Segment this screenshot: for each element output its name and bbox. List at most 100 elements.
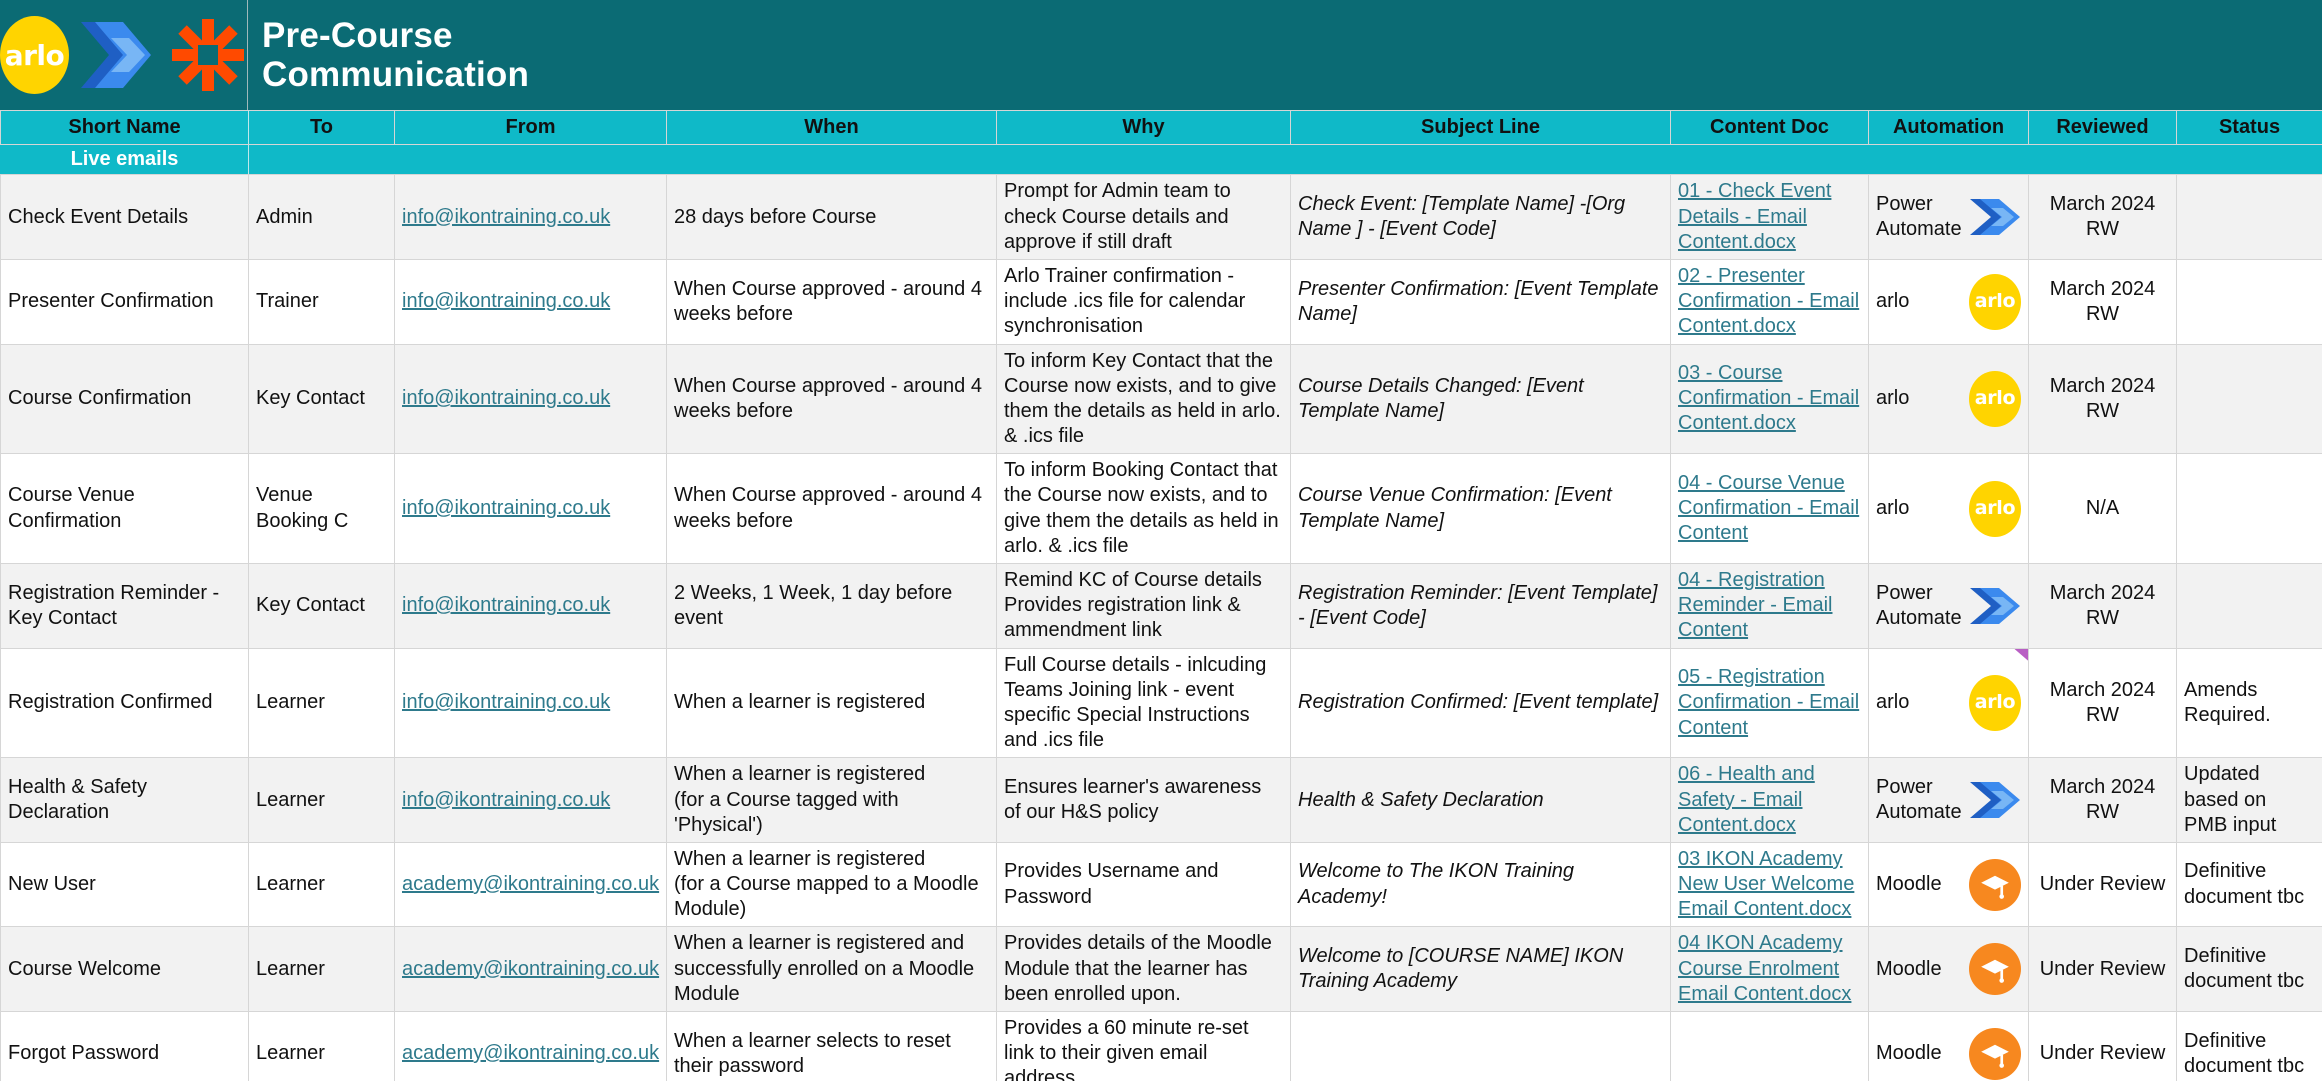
cell-content-doc[interactable]: 02 - Presenter Confirmation - Email Cont… [1670,258,1869,345]
comment-marker-icon[interactable] [2014,649,2028,661]
content-doc-link[interactable]: 01 - Check Event Details - Email Content… [1678,180,1831,252]
cell-when[interactable]: 2 Weeks, 1 Week, 1 day before event [666,563,997,649]
cell-status[interactable] [2176,343,2322,455]
content-doc-link[interactable]: 05 - Registration Confirmation - Email C… [1678,666,1859,738]
cell-automation[interactable]: Moodle [1868,926,2029,1012]
content-doc-link[interactable]: 02 - Presenter Confirmation - Email Cont… [1678,265,1859,337]
column-header-why[interactable]: Why [996,109,1291,146]
cell-short-name[interactable]: Course Welcome [0,926,249,1012]
cell-automation[interactable]: Power Automate [1868,757,2029,843]
cell-reviewed[interactable]: Under Review [2028,1011,2177,1081]
cell-reviewed[interactable]: Under Review [2028,841,2177,928]
cell-automation[interactable]: Moodle [1868,841,2029,928]
column-header-from[interactable]: From [394,109,667,146]
cell-why[interactable]: Provides a 60 minute re-set link to thei… [996,1011,1291,1081]
column-header-content-doc[interactable]: Content Doc [1670,109,1869,146]
cell-short-name[interactable]: Course Confirmation [0,343,249,455]
cell-reviewed[interactable]: N/A [2028,453,2177,564]
cell-from[interactable]: info@ikontraining.co.uk [394,343,667,455]
from-email-link[interactable]: info@ikontraining.co.uk [402,290,610,312]
cell-status[interactable] [2176,258,2322,345]
cell-automation[interactable]: arlo arlo [1868,647,2029,759]
cell-to[interactable]: Venue Booking C [248,453,395,564]
cell-subject-line[interactable]: Registration Reminder: [Event Template] … [1290,563,1671,649]
cell-why[interactable]: Full Course details - inlcuding Teams Jo… [996,647,1291,759]
column-header-to[interactable]: To [248,109,395,146]
cell-short-name[interactable]: Check Event Details [0,174,249,260]
cell-status[interactable]: Updated based on PMB input [2176,757,2322,843]
cell-automation[interactable]: Power Automate [1868,174,2029,260]
cell-from[interactable]: info@ikontraining.co.uk [394,757,667,843]
cell-status[interactable]: Definitive document tbc [2176,926,2322,1012]
cell-reviewed[interactable]: March 2024 RW [2028,174,2177,260]
cell-content-doc[interactable] [1670,1011,1869,1081]
cell-from[interactable]: academy@ikontraining.co.uk [394,841,667,928]
cell-content-doc[interactable]: 04 - Registration Reminder - Email Conte… [1670,563,1869,649]
cell-content-doc[interactable]: 05 - Registration Confirmation - Email C… [1670,647,1869,759]
cell-to[interactable]: Learner [248,647,395,759]
cell-status[interactable]: Definitive document tbc [2176,1011,2322,1081]
cell-to[interactable]: Learner [248,1011,395,1081]
cell-automation[interactable]: Moodle [1868,1011,2029,1081]
cell-why[interactable]: Prompt for Admin team to check Course de… [996,174,1291,260]
cell-automation[interactable]: arlo arlo [1868,453,2029,564]
cell-to[interactable]: Key Contact [248,343,395,455]
cell-why[interactable]: Provides details of the Moodle Module th… [996,926,1291,1012]
cell-short-name[interactable]: Course Venue Confirmation [0,453,249,564]
cell-why[interactable]: Remind KC of Course details Provides reg… [996,563,1291,649]
cell-reviewed[interactable]: March 2024 RW [2028,563,2177,649]
cell-why[interactable]: Arlo Trainer confirmation - include .ics… [996,258,1291,345]
cell-content-doc[interactable]: 04 - Course Venue Confirmation - Email C… [1670,453,1869,564]
cell-to[interactable]: Learner [248,757,395,843]
cell-to[interactable]: Admin [248,174,395,260]
content-doc-link[interactable]: 04 - Course Venue Confirmation - Email C… [1678,472,1859,544]
cell-why[interactable]: To inform Key Contact that the Course no… [996,343,1291,455]
cell-when[interactable]: 28 days before Course [666,174,997,260]
cell-content-doc[interactable]: 01 - Check Event Details - Email Content… [1670,174,1869,260]
from-email-link[interactable]: academy@ikontraining.co.uk [402,1042,659,1064]
cell-short-name[interactable]: Registration Reminder - Key Contact [0,563,249,649]
content-doc-link[interactable]: 03 IKON Academy New User Welcome Email C… [1678,848,1854,920]
cell-from[interactable]: academy@ikontraining.co.uk [394,1011,667,1081]
cell-automation[interactable]: arlo arlo [1868,258,2029,345]
from-email-link[interactable]: academy@ikontraining.co.uk [402,873,659,895]
cell-to[interactable]: Learner [248,841,395,928]
cell-why[interactable]: Provides Username and Password [996,841,1291,928]
cell-content-doc[interactable]: 03 - Course Confirmation - Email Content… [1670,343,1869,455]
cell-when[interactable]: When Course approved - around 4 weeks be… [666,258,997,345]
from-email-link[interactable]: info@ikontraining.co.uk [402,387,610,409]
cell-when[interactable]: When a learner selects to reset their pa… [666,1011,997,1081]
from-email-link[interactable]: info@ikontraining.co.uk [402,594,610,616]
cell-subject-line[interactable]: Health & Safety Declaration [1290,757,1671,843]
cell-content-doc[interactable]: 04 IKON Academy Course Enrolment Email C… [1670,926,1869,1012]
cell-status[interactable]: Amends Required. [2176,647,2322,759]
cell-short-name[interactable]: Presenter Confirmation [0,258,249,345]
cell-to[interactable]: Trainer [248,258,395,345]
cell-from[interactable]: info@ikontraining.co.uk [394,258,667,345]
cell-automation[interactable]: arlo arlo [1868,343,2029,455]
cell-content-doc[interactable]: 06 - Health and Safety - Email Content.d… [1670,757,1869,843]
cell-automation[interactable]: Power Automate [1868,563,2029,649]
content-doc-link[interactable]: 04 IKON Academy Course Enrolment Email C… [1678,932,1851,1004]
from-email-link[interactable]: info@ikontraining.co.uk [402,497,610,519]
content-doc-link[interactable]: 06 - Health and Safety - Email Content.d… [1678,763,1815,835]
cell-status[interactable] [2176,453,2322,564]
cell-status[interactable] [2176,563,2322,649]
cell-subject-line[interactable]: Check Event: [Template Name] -[Org Name … [1290,174,1671,260]
cell-from[interactable]: info@ikontraining.co.uk [394,563,667,649]
cell-reviewed[interactable]: March 2024 RW [2028,647,2177,759]
cell-short-name[interactable]: New User [0,841,249,928]
cell-subject-line[interactable] [1290,1011,1671,1081]
cell-short-name[interactable]: Forgot Password [0,1011,249,1081]
cell-to[interactable]: Key Contact [248,563,395,649]
from-email-link[interactable]: info@ikontraining.co.uk [402,206,610,228]
cell-from[interactable]: info@ikontraining.co.uk [394,174,667,260]
cell-short-name[interactable]: Health & Safety Declaration [0,757,249,843]
cell-content-doc[interactable]: 03 IKON Academy New User Welcome Email C… [1670,841,1869,928]
cell-status[interactable] [2176,174,2322,260]
cell-from[interactable]: info@ikontraining.co.uk [394,453,667,564]
cell-when[interactable]: When Course approved - around 4 weeks be… [666,453,997,564]
cell-subject-line[interactable]: Course Venue Confirmation: [Event Templa… [1290,453,1671,564]
content-doc-link[interactable]: 03 - Course Confirmation - Email Content… [1678,362,1859,434]
cell-when[interactable]: When a learner is registered (for a Cours… [666,841,997,928]
